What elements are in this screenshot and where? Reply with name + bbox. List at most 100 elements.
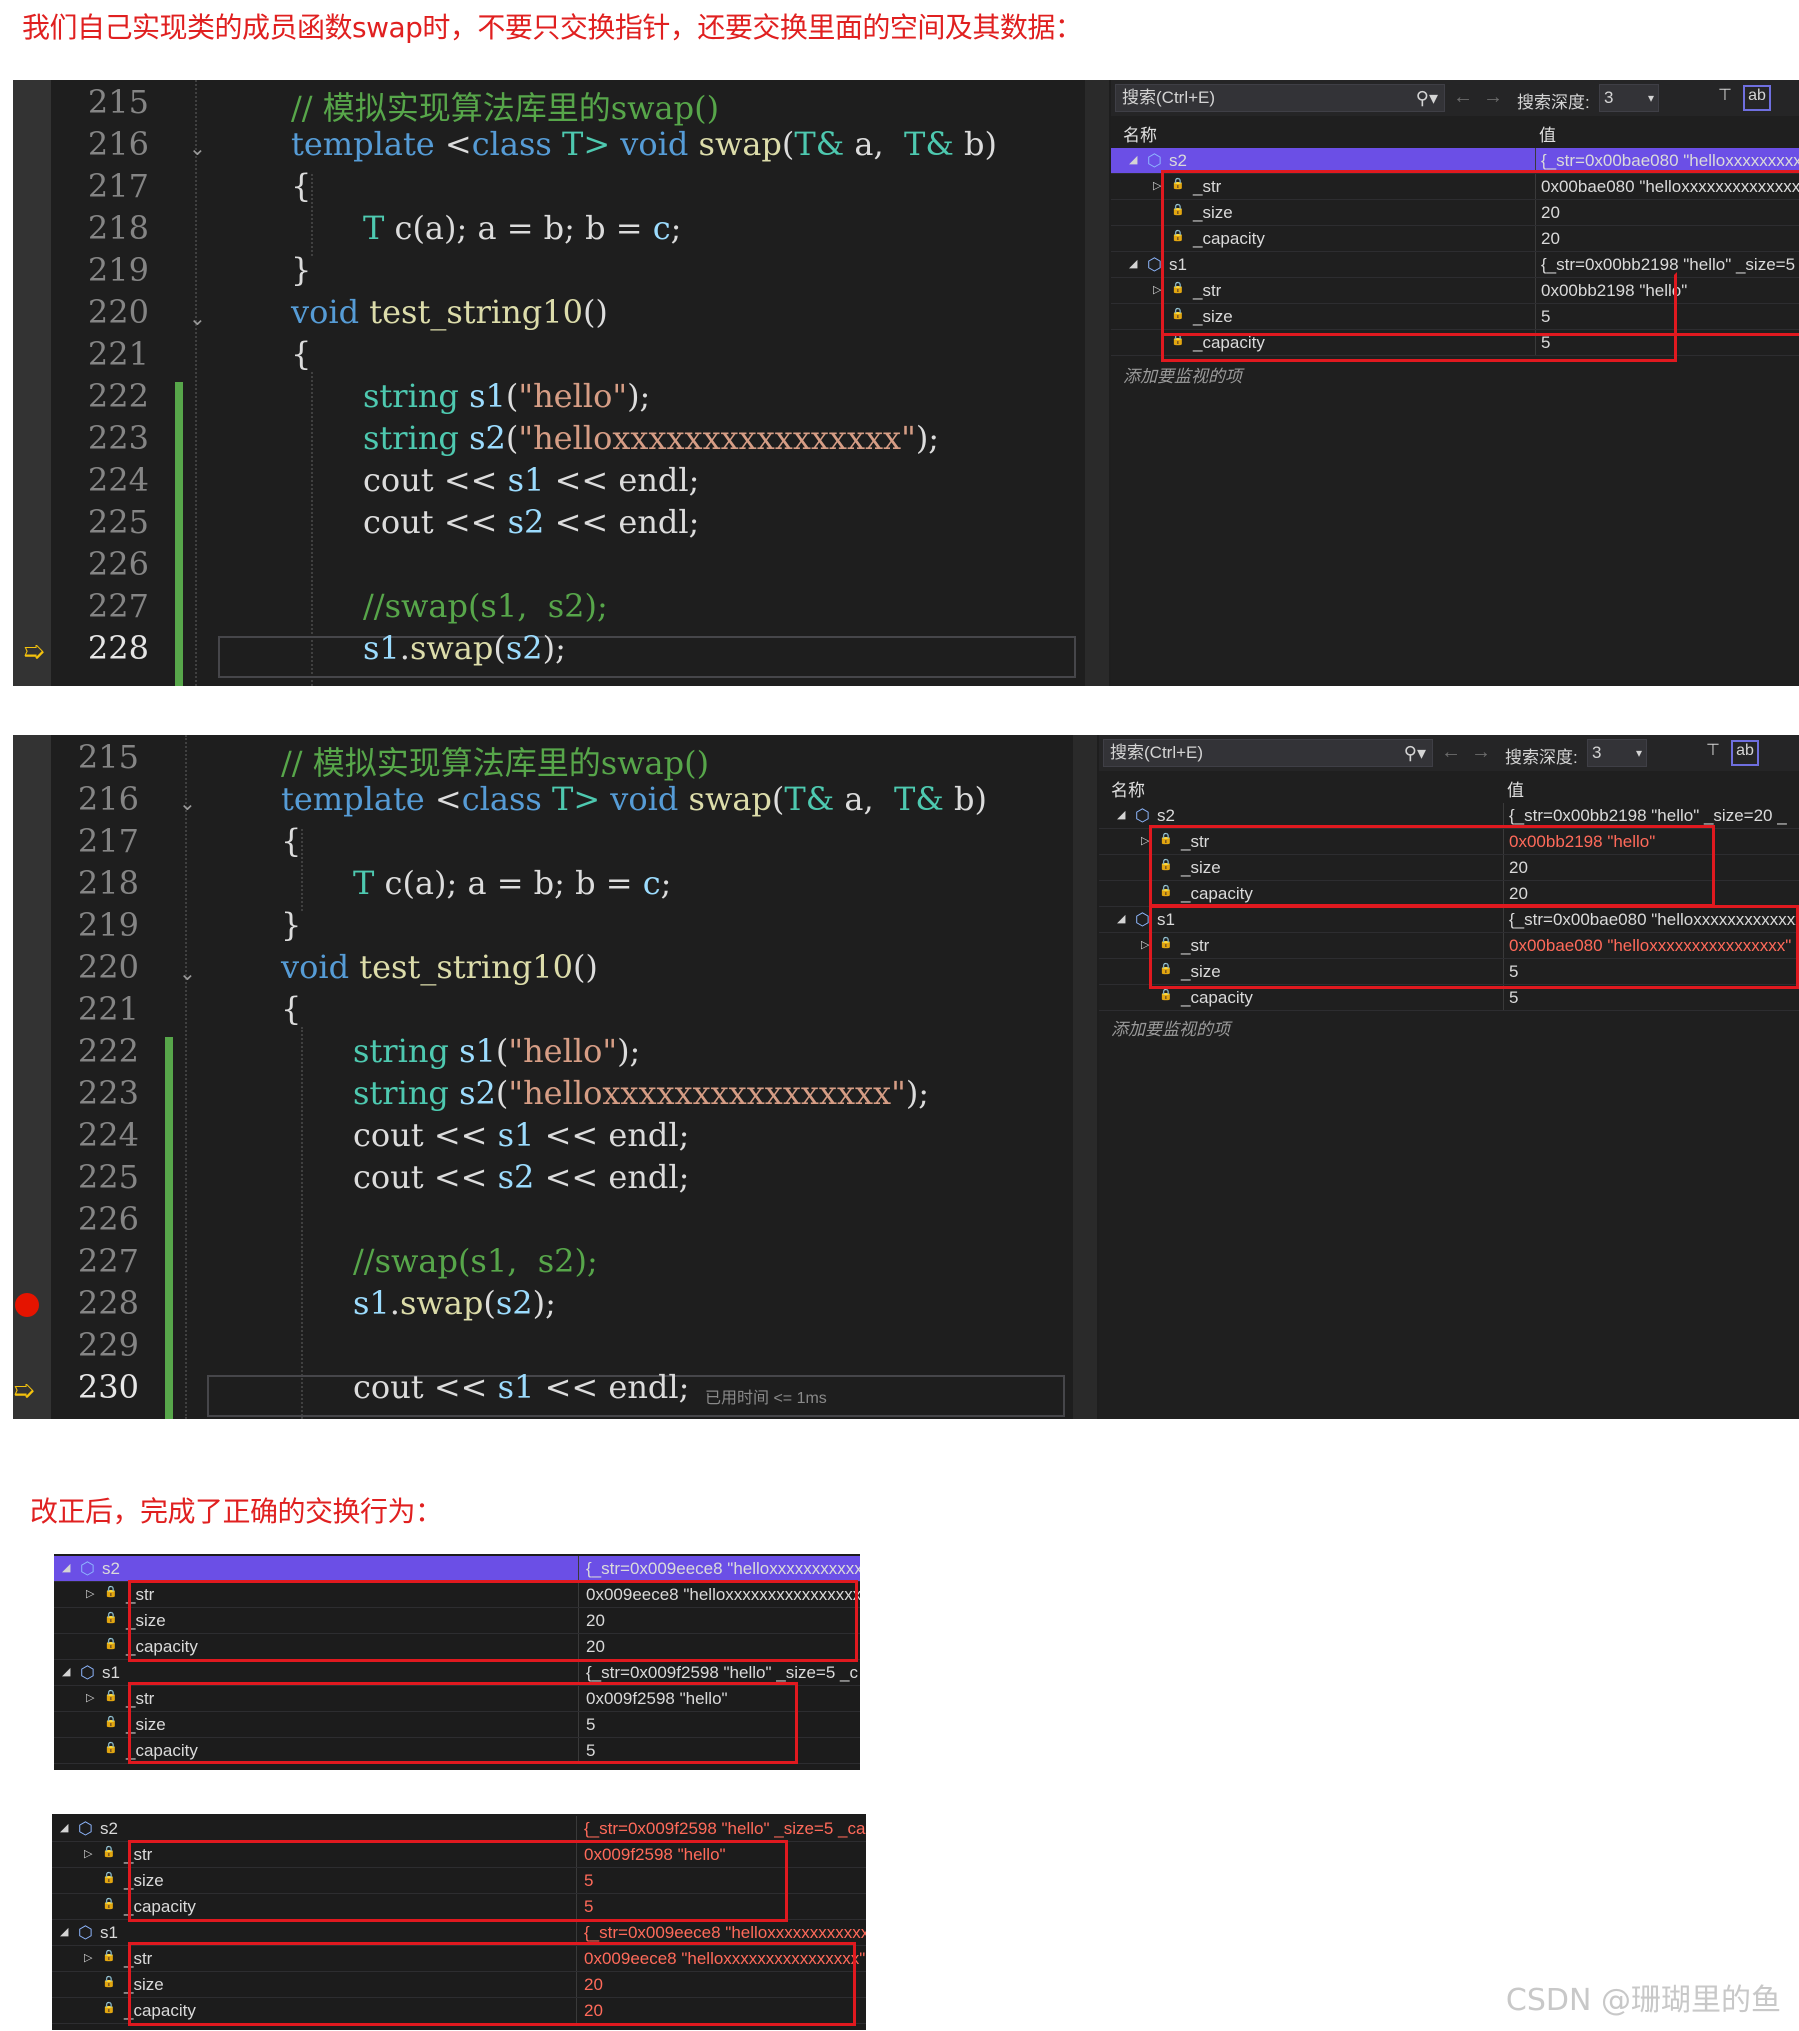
hex-display-icon[interactable]: ab <box>1743 85 1771 111</box>
indent-guide <box>185 735 187 1419</box>
watch-value[interactable]: {_str=0x00bae080 "helloxxxxxxxxxxxxxx <box>1541 151 1799 171</box>
private-member-icon: 🔒 <box>1159 989 1173 1001</box>
highlight-box <box>128 1942 856 2026</box>
watch-value[interactable]: {_str=0x009eece8 "helloxxxxxxxxxxxxxx <box>584 1923 866 1943</box>
collapse-triangle-icon[interactable]: ◢ <box>1117 912 1125 925</box>
pin-icon[interactable]: ⊤ <box>1699 740 1727 766</box>
line-number: 215 <box>77 738 139 776</box>
expand-triangle-icon[interactable]: ▷ <box>86 1587 94 1600</box>
collapse-triangle-icon[interactable]: ◢ <box>1117 808 1125 821</box>
breakpoint-icon[interactable] <box>15 1293 39 1317</box>
code-editor[interactable]: 215 216 217 218 219 220 221 222 223 224 225 226 227 2… <box>13 735 1085 1419</box>
code-token: << <box>534 1368 609 1406</box>
code-token: s1 <box>458 377 506 415</box>
code-token: ); <box>905 1074 930 1112</box>
back-arrow-icon[interactable]: ← <box>1453 86 1473 109</box>
watch-name: _capacity <box>1181 988 1253 1007</box>
line-number: 225 <box>77 1158 139 1196</box>
line-number: 220 <box>77 948 139 986</box>
watch-search-box[interactable]: 搜索(Ctrl+E) ⚲▾ <box>1115 84 1445 112</box>
code-token: . <box>389 1284 400 1322</box>
expand-triangle-icon[interactable]: ▷ <box>84 1847 92 1860</box>
forward-arrow-icon[interactable]: → <box>1483 86 1503 109</box>
watch-row-object[interactable]: ◢ ⬡ s2 {_str=0x009f2598 "hello" _size=5 _ca <box>52 1816 866 1842</box>
collapse-triangle-icon[interactable]: ◢ <box>62 1665 70 1678</box>
code-token: T& <box>784 780 835 818</box>
watch-snapshot-2: ◢ ⬡ s2 {_str=0x009f2598 "hello" _size=5 _ca… <box>52 1814 866 2030</box>
collapse-triangle-icon[interactable]: ◢ <box>1129 153 1137 166</box>
indent-guide <box>195 80 197 686</box>
forward-arrow-icon[interactable]: → <box>1471 741 1491 764</box>
add-watch-item[interactable]: 添加要监视的项 <box>1111 1015 1230 1040</box>
caption-top: 我们自己实现类的成员函数swap时，不要只交换指针，还要交换里面的空间及其数据： <box>22 11 1083 44</box>
vertical-scrollbar[interactable] <box>1085 80 1109 686</box>
code-token: ); <box>915 419 940 457</box>
current-line-highlight <box>218 636 1076 678</box>
watch-value[interactable]: {_str=0x009f2598 "hello" _size=5 _ca <box>584 1819 866 1839</box>
column-value-header: 值 <box>1539 126 1556 145</box>
code-token: class <box>471 125 552 163</box>
collapse-triangle-icon[interactable]: ◢ <box>62 1561 70 1574</box>
editor-gutter[interactable] <box>13 735 51 1419</box>
code-comment: // 模拟实现算法库里的swap() <box>291 89 720 127</box>
code-editor[interactable]: 215 216 217 218 219 220 221 222 223 224 225 226 227 2… <box>13 80 1085 686</box>
search-depth-select[interactable]: 3 ▾ <box>1599 84 1659 112</box>
line-number: 226 <box>77 1200 139 1238</box>
column-value-header: 值 <box>1507 781 1524 800</box>
pin-icon[interactable]: ⊤ <box>1711 85 1739 111</box>
expand-triangle-icon[interactable]: ▷ <box>86 1691 94 1704</box>
watch-value[interactable]: 5 <box>1509 988 1799 1008</box>
search-icon[interactable]: ⚲▾ <box>1404 740 1426 766</box>
object-icon: ⬡ <box>80 1663 95 1682</box>
change-bar <box>175 382 183 686</box>
code-token: ; <box>678 1158 690 1196</box>
watch-toolbar: 搜索(Ctrl+E) ⚲▾ ← → 搜索深度: 3 ▾ ⊤ ab <box>1099 735 1799 771</box>
search-depth-select[interactable]: 3 ▾ <box>1587 739 1647 767</box>
fold-chevron-icon[interactable]: ⌄ <box>189 306 206 331</box>
code-token: << <box>423 1116 498 1154</box>
search-depth-label: 搜索深度: <box>1505 748 1578 767</box>
watch-value[interactable]: {_str=0x009eece8 "helloxxxxxxxxxxxxxx <box>586 1559 860 1579</box>
code-token: s1 <box>353 1284 390 1322</box>
watch-value[interactable]: {_str=0x00bb2198 "hello" _size=20 _ <box>1509 806 1799 826</box>
line-number: 225 <box>87 503 149 541</box>
collapse-triangle-icon[interactable]: ◢ <box>1129 257 1137 270</box>
code-token: cout <box>353 1158 424 1196</box>
back-arrow-icon[interactable]: ← <box>1441 741 1461 764</box>
line-number: 221 <box>77 990 139 1028</box>
code-brace: } <box>291 251 312 289</box>
hex-display-icon[interactable]: ab <box>1731 740 1759 766</box>
search-icon[interactable]: ⚲▾ <box>1416 85 1438 111</box>
fold-chevron-icon[interactable]: ⌄ <box>179 791 196 816</box>
code-brace: } <box>281 906 302 944</box>
line-number: 223 <box>87 419 149 457</box>
editor-gutter[interactable] <box>13 80 51 686</box>
private-member-icon: 🔒 <box>102 1846 116 1858</box>
highlight-box <box>1149 905 1799 989</box>
code-token: T <box>363 209 385 247</box>
private-member-icon: 🔒 <box>102 1872 116 1884</box>
watch-search-box[interactable]: 搜索(Ctrl+E) ⚲▾ <box>1103 739 1433 767</box>
watch-row-object[interactable]: ◢ ⬡ s2 {_str=0x009eece8 "helloxxxxxxxxxxxxx… <box>54 1556 860 1582</box>
watch-name: s2 <box>102 1559 120 1578</box>
add-watch-item[interactable]: 添加要监视的项 <box>1123 362 1242 387</box>
fold-chevron-icon[interactable]: ⌄ <box>189 136 206 161</box>
code-token: "helloxxxxxxxxxxxxxxxx" <box>518 419 916 457</box>
highlight-box <box>1149 825 1715 907</box>
private-member-icon: 🔒 <box>102 1950 116 1962</box>
indent-guide <box>301 1027 303 1419</box>
collapse-triangle-icon[interactable]: ◢ <box>60 1821 68 1834</box>
vertical-scrollbar[interactable] <box>1073 735 1097 1419</box>
collapse-triangle-icon[interactable]: ◢ <box>60 1925 68 1938</box>
line-number: 221 <box>87 335 149 373</box>
code-token: s1 <box>497 1116 535 1154</box>
fold-chevron-icon[interactable]: ⌄ <box>179 961 196 986</box>
code-brace: { <box>281 990 302 1028</box>
watch-name: s2 <box>1169 151 1187 170</box>
expand-triangle-icon[interactable]: ▷ <box>84 1951 92 1964</box>
code-token: ; <box>670 209 682 247</box>
code-token: ; <box>678 1368 690 1406</box>
code-token: ; <box>660 864 672 902</box>
watch-snapshot-1: ◢ ⬡ s2 {_str=0x009eece8 "helloxxxxxxxxxxxxx… <box>54 1554 860 1770</box>
watch-value[interactable]: {_str=0x009f2598 "hello" _size=5 _c <box>586 1663 860 1683</box>
